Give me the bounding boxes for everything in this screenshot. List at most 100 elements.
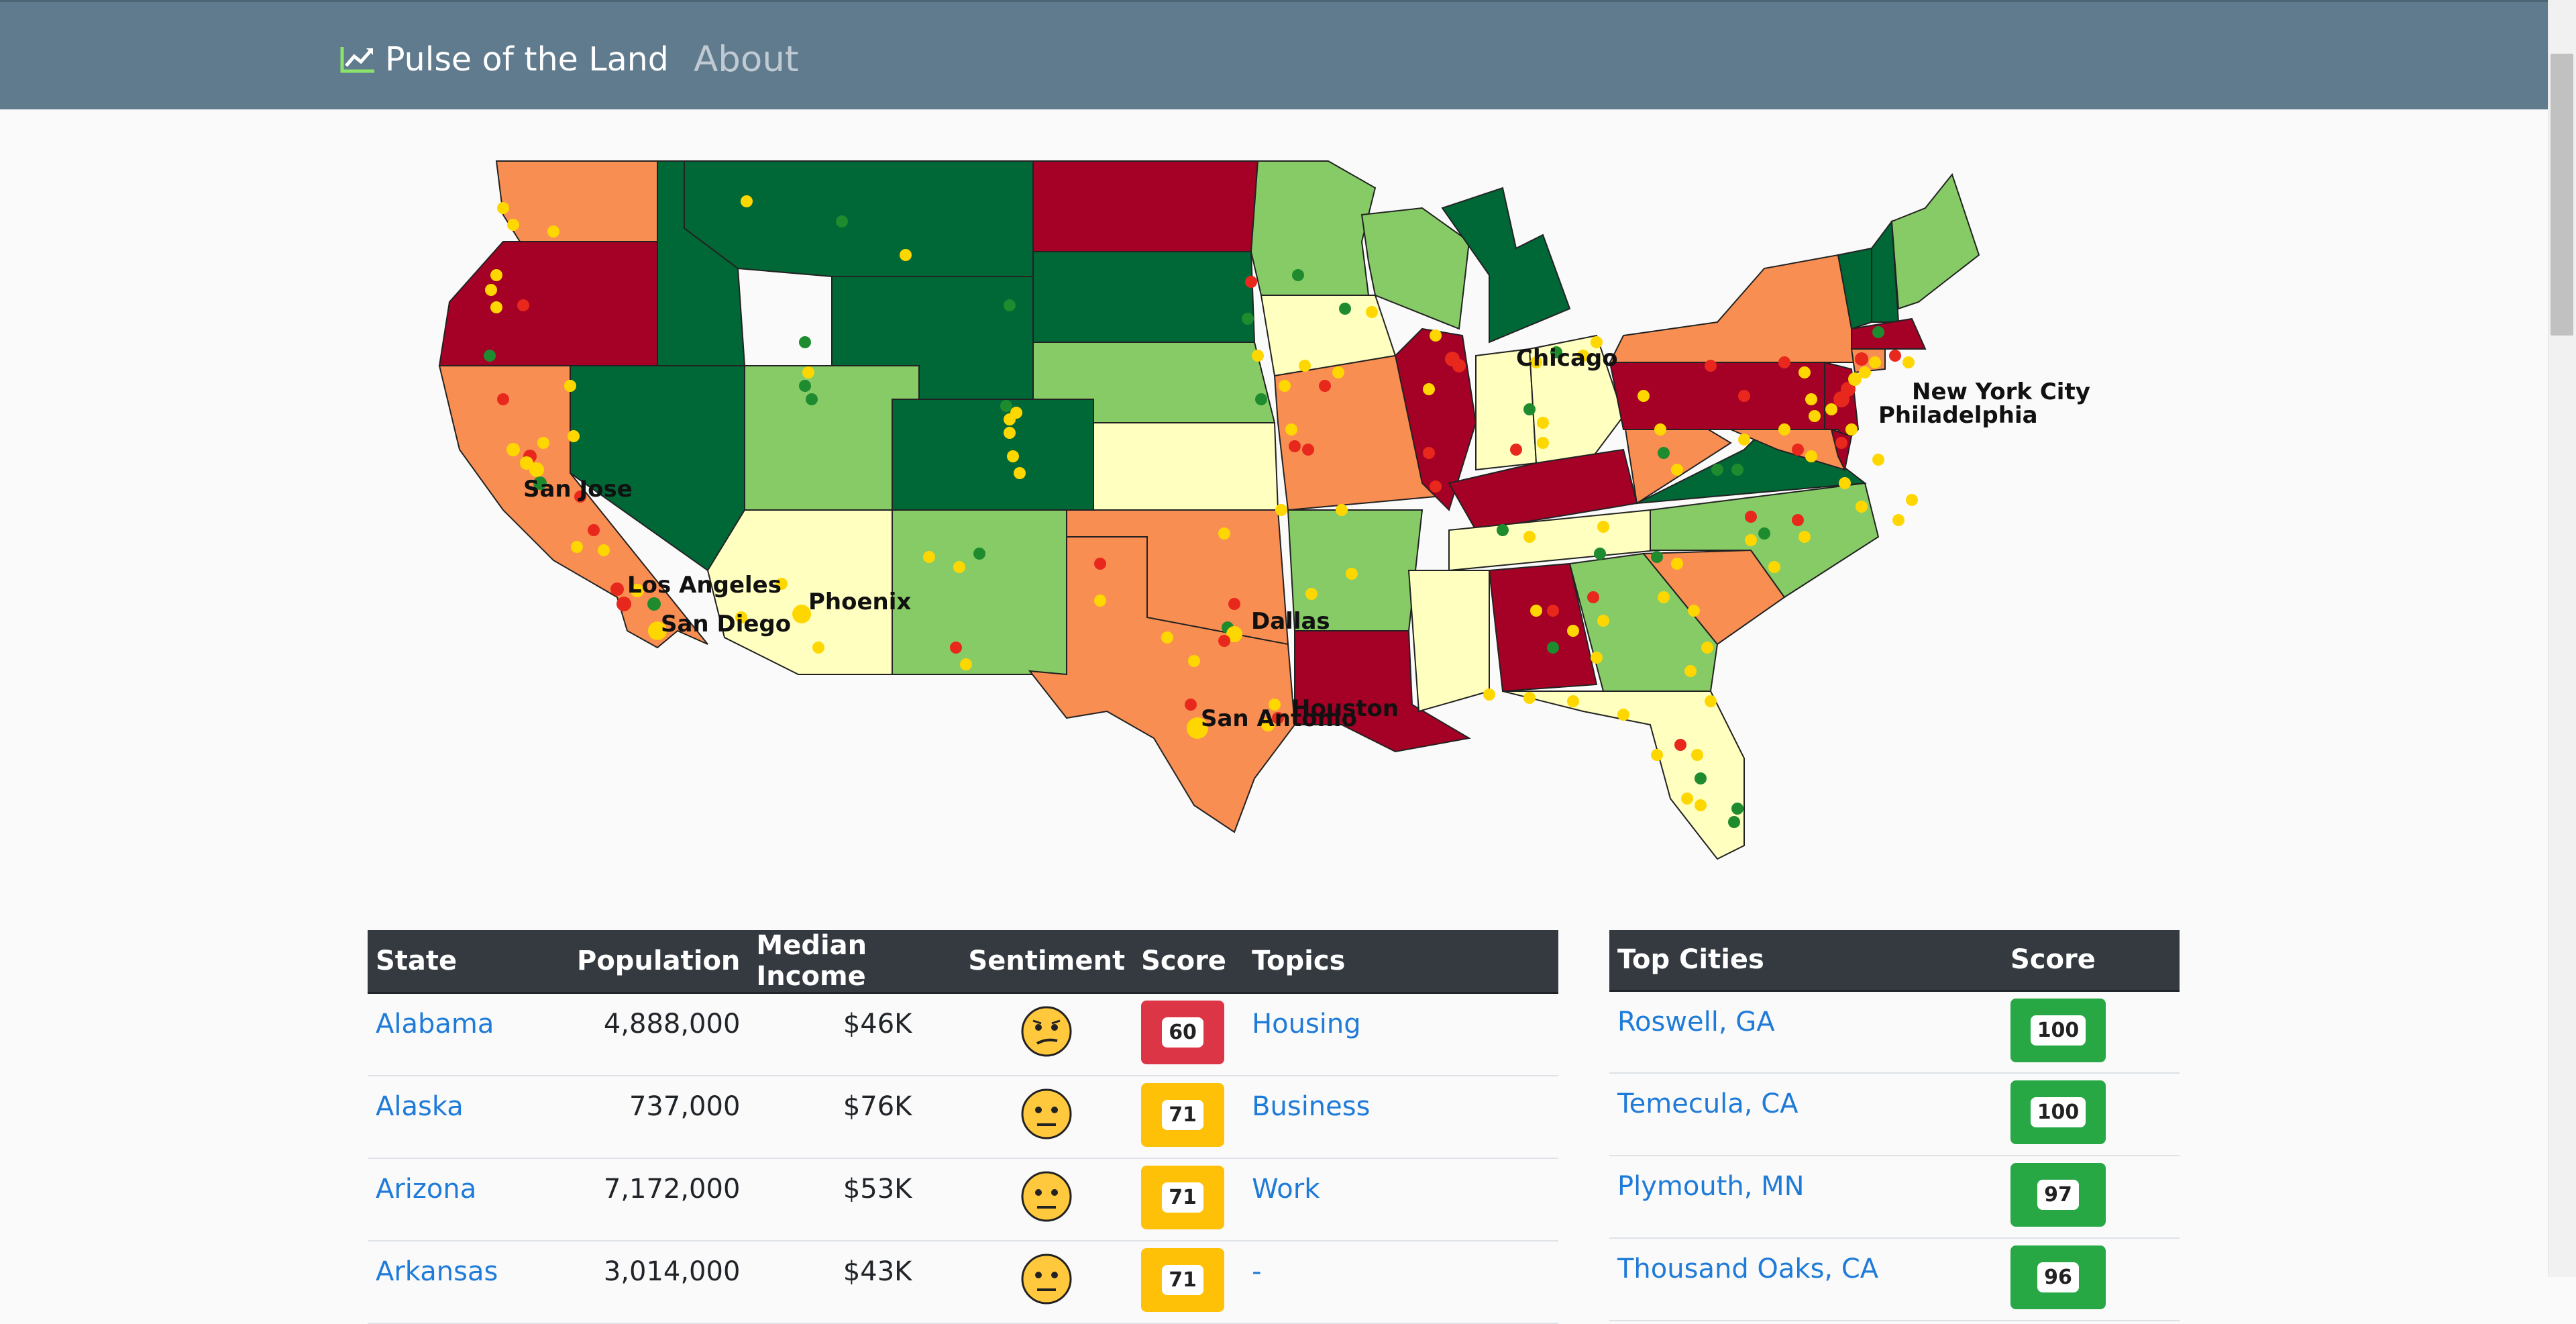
topic-link[interactable]: Work bbox=[1252, 1174, 1320, 1205]
city-cell: Plymouth, MN bbox=[1609, 1156, 2002, 1239]
score-badge: 96 bbox=[2010, 1245, 2106, 1309]
income-cell: $53K bbox=[748, 1158, 961, 1241]
city-label-philadelphia: Philadelphia bbox=[1878, 402, 2038, 429]
city-label-san-diego: San Diego bbox=[661, 611, 791, 638]
city-row: Roswell, GA 100 bbox=[1609, 990, 2180, 1074]
topic-cell: Business bbox=[1244, 1075, 1558, 1159]
cities-table-header: Top Cities Score bbox=[1609, 930, 2180, 992]
score-cell: 71 bbox=[1133, 1158, 1244, 1241]
sentiment-cell bbox=[960, 1240, 1134, 1324]
sentiment-confused-icon bbox=[1020, 1006, 1073, 1065]
city-link[interactable]: Plymouth, MN bbox=[1617, 1171, 1805, 1202]
city-cell: Roswell, GA bbox=[1609, 990, 2002, 1074]
city-label-phoenix: Phoenix bbox=[808, 589, 911, 615]
city-link[interactable]: Thousand Oaks, CA bbox=[1617, 1254, 1878, 1284]
score-badge: 71 bbox=[1141, 1082, 1225, 1147]
topic-link[interactable]: Housing bbox=[1252, 1009, 1361, 1039]
city-link[interactable]: Temecula, CA bbox=[1617, 1088, 1799, 1119]
score-cell: 71 bbox=[1133, 1075, 1244, 1159]
score-badge: 97 bbox=[2010, 1163, 2106, 1227]
state-link[interactable]: Arkansas bbox=[376, 1256, 498, 1287]
income-cell: $43K bbox=[748, 1240, 961, 1324]
state-oregon bbox=[438, 241, 658, 366]
state-cell: Alaska bbox=[368, 1075, 569, 1159]
city-cell: Thousand Oaks, CA bbox=[1609, 1238, 2002, 1321]
population-cell: 737,000 bbox=[569, 1075, 749, 1159]
state-colorado bbox=[892, 399, 1094, 511]
score-badge: 71 bbox=[1141, 1165, 1225, 1229]
states-table: State Population Median Income Sentiment… bbox=[368, 930, 1558, 1324]
topic-cell: - bbox=[1244, 1240, 1558, 1324]
city-label-chicago: Chicago bbox=[1516, 345, 1618, 372]
trend-chart-icon bbox=[340, 47, 374, 73]
city-score-cell: 97 bbox=[2002, 1156, 2180, 1239]
nav-about-link[interactable]: About bbox=[694, 36, 799, 83]
states-table-header: State Population Median Income Sentiment… bbox=[368, 930, 1558, 994]
state-link[interactable]: Arizona bbox=[376, 1174, 476, 1205]
score-cell: 60 bbox=[1133, 992, 1244, 1076]
state-south-dakota bbox=[1032, 251, 1256, 343]
score-badge: 100 bbox=[2010, 998, 2106, 1062]
city-label-san-jose: San Jose bbox=[523, 476, 633, 503]
topic-cell: Housing bbox=[1244, 992, 1558, 1076]
city-label-new-york-city: New York City bbox=[1912, 378, 2090, 405]
col-city-score[interactable]: Score bbox=[2002, 930, 2180, 992]
city-row: Plymouth, MN 97 bbox=[1609, 1156, 2180, 1239]
city-label-los-angeles: Los Angeles bbox=[627, 572, 782, 599]
state-maine bbox=[1890, 172, 1980, 310]
score-badge: 71 bbox=[1141, 1247, 1225, 1312]
state-row: Arkansas 3,014,000 $43K 71- bbox=[368, 1240, 1558, 1324]
topic-link[interactable]: Business bbox=[1252, 1091, 1370, 1122]
topic-link[interactable]: - bbox=[1252, 1256, 1261, 1287]
city-link[interactable]: Roswell, GA bbox=[1617, 1007, 1775, 1037]
city-score-cell: 96 bbox=[2002, 1238, 2180, 1321]
state-row: Alabama 4,888,000 $46K 60 Housing bbox=[368, 992, 1558, 1076]
col-top-cities[interactable]: Top Cities bbox=[1609, 930, 2002, 992]
state-kansas bbox=[1093, 422, 1279, 511]
income-cell: $76K bbox=[748, 1075, 961, 1159]
state-new-mexico bbox=[892, 509, 1067, 675]
brand-title: Pulse of the Land bbox=[385, 40, 669, 79]
city-row: Temecula, CA 100 bbox=[1609, 1073, 2180, 1156]
state-cell: Arizona bbox=[368, 1158, 569, 1241]
col-state[interactable]: State bbox=[368, 930, 569, 994]
state-cell: Alabama bbox=[368, 992, 569, 1076]
sentiment-cell bbox=[960, 1075, 1134, 1159]
scrollbar-thumb[interactable] bbox=[2551, 54, 2573, 336]
population-cell: 7,172,000 bbox=[569, 1158, 749, 1241]
state-washington bbox=[495, 160, 658, 242]
col-sentiment[interactable]: Sentiment bbox=[960, 930, 1134, 994]
population-cell: 4,888,000 bbox=[569, 992, 749, 1076]
col-median-income[interactable]: Median Income bbox=[748, 930, 961, 994]
top-cities-table: Top Cities Score Roswell, GA 100 Temecula,… bbox=[1609, 930, 2180, 1321]
topic-cell: Work bbox=[1244, 1158, 1558, 1241]
state-link[interactable]: Alabama bbox=[376, 1009, 494, 1039]
state-mississippi bbox=[1407, 570, 1490, 713]
navbar: Pulse of the Land About bbox=[0, 0, 2548, 109]
city-row: Thousand Oaks, CA 96 bbox=[1609, 1238, 2180, 1321]
state-cell: Arkansas bbox=[368, 1240, 569, 1324]
population-cell: 3,014,000 bbox=[569, 1240, 749, 1324]
scrollbar[interactable] bbox=[2548, 0, 2576, 1277]
score-badge: 60 bbox=[1141, 1001, 1225, 1064]
state-link[interactable]: Alaska bbox=[376, 1091, 464, 1122]
col-topics[interactable]: Topics bbox=[1244, 930, 1558, 994]
state-new-york bbox=[1609, 254, 1860, 363]
city-label-dallas: Dallas bbox=[1251, 608, 1330, 635]
score-cell: 71 bbox=[1133, 1240, 1244, 1324]
score-badge: 100 bbox=[2010, 1080, 2106, 1144]
city-cell: Temecula, CA bbox=[1609, 1073, 2002, 1156]
city-score-cell: 100 bbox=[2002, 990, 2180, 1074]
col-population[interactable]: Population bbox=[569, 930, 749, 994]
col-score[interactable]: Score bbox=[1133, 930, 1244, 994]
state-minnesota bbox=[1250, 160, 1377, 296]
income-cell: $46K bbox=[748, 992, 961, 1076]
city-score-cell: 100 bbox=[2002, 1073, 2180, 1156]
state-row: Alaska 737,000 $76K 71 Business bbox=[368, 1075, 1558, 1159]
sentiment-neutral-icon bbox=[1020, 1254, 1073, 1313]
brand-link[interactable]: Pulse of the Land bbox=[339, 36, 669, 83]
sentiment-cell bbox=[960, 1158, 1134, 1241]
sentiment-neutral-icon bbox=[1020, 1171, 1073, 1230]
sentiment-cell bbox=[960, 992, 1134, 1076]
us-sentiment-map[interactable]: Chicago New York City Philadelphia San J… bbox=[402, 134, 2160, 879]
